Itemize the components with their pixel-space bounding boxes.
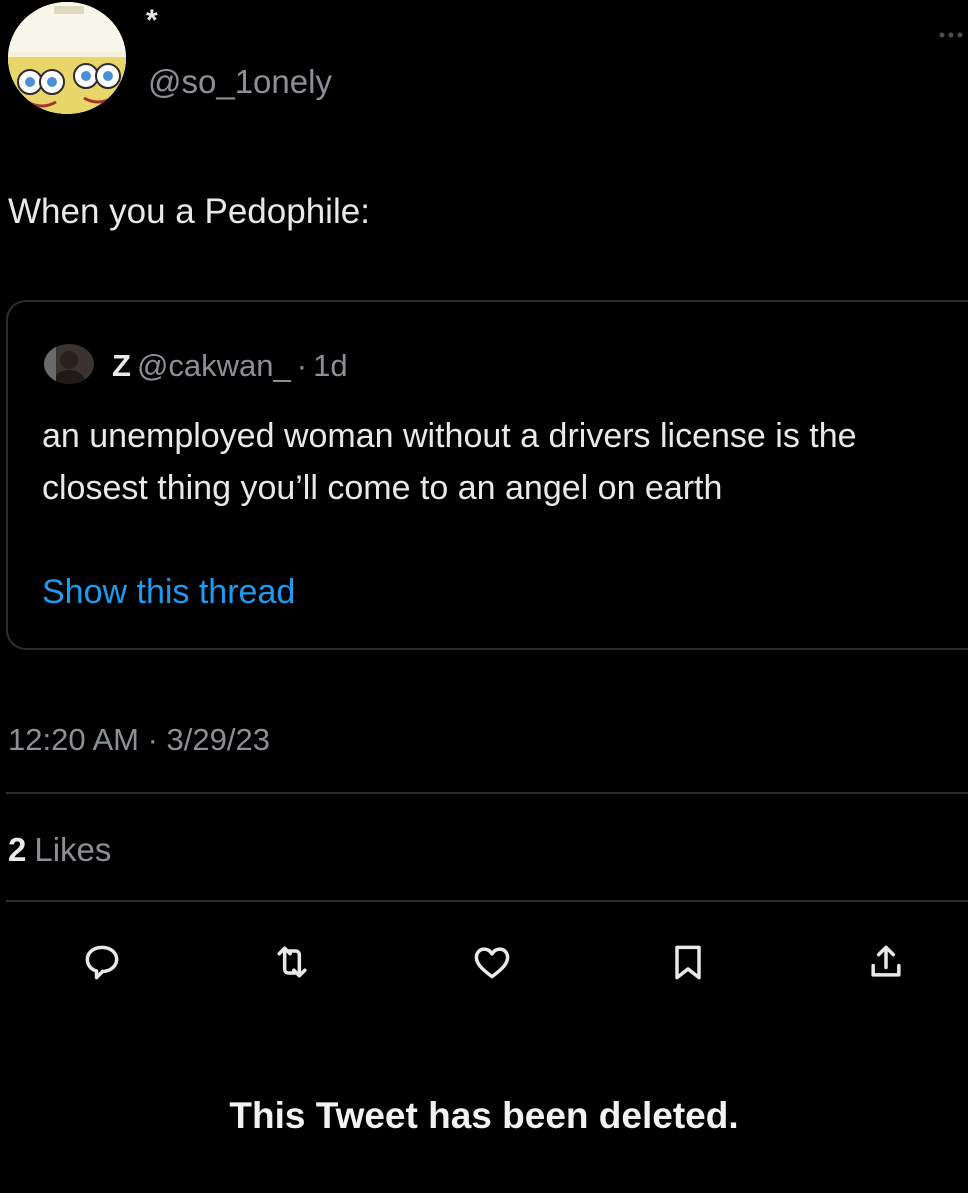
divider: [6, 900, 968, 902]
author-avatar[interactable]: [8, 2, 126, 114]
quoted-author-name: Z: [112, 348, 131, 383]
reply-button[interactable]: [74, 936, 130, 992]
show-thread-link[interactable]: Show this thread: [42, 570, 295, 614]
like-icon: [470, 940, 514, 989]
quoted-tweet-time: 1d: [313, 348, 348, 383]
retweet-icon: [270, 940, 314, 989]
quoted-tweet-header: Z @cakwan_ · 1d: [112, 346, 348, 386]
quoted-tweet-card[interactable]: Z @cakwan_ · 1d an unemployed woman without…: [6, 300, 968, 650]
author-handle[interactable]: @so_1onely: [148, 62, 332, 102]
tweet-timestamp[interactable]: 12:20 AM · 3/29/23: [8, 720, 270, 760]
like-button[interactable]: [464, 936, 520, 992]
tweet-text: When you a Pedophile:: [8, 192, 370, 231]
quoted-author-avatar: [44, 344, 94, 384]
share-icon: [864, 940, 908, 989]
quoted-tweet-text: an unemployed woman without a drivers li…: [42, 417, 857, 507]
retweet-button[interactable]: [264, 936, 320, 992]
separator-dot: ·: [296, 348, 308, 383]
reply-icon: [80, 940, 124, 989]
quoted-author-handle: @cakwan_: [136, 348, 291, 383]
deleted-caption: This Tweet has been deleted.: [229, 1095, 739, 1136]
share-button[interactable]: [858, 936, 914, 992]
divider: [6, 792, 968, 794]
bookmark-icon: [666, 940, 710, 989]
likes-label: Likes: [34, 831, 112, 868]
more-icon[interactable]: [938, 20, 964, 46]
author-display-name[interactable]: *: [146, 6, 158, 36]
likes-count: 2: [8, 831, 27, 868]
bookmark-button[interactable]: [660, 936, 716, 992]
likes-stat[interactable]: 2 Likes: [8, 828, 111, 872]
